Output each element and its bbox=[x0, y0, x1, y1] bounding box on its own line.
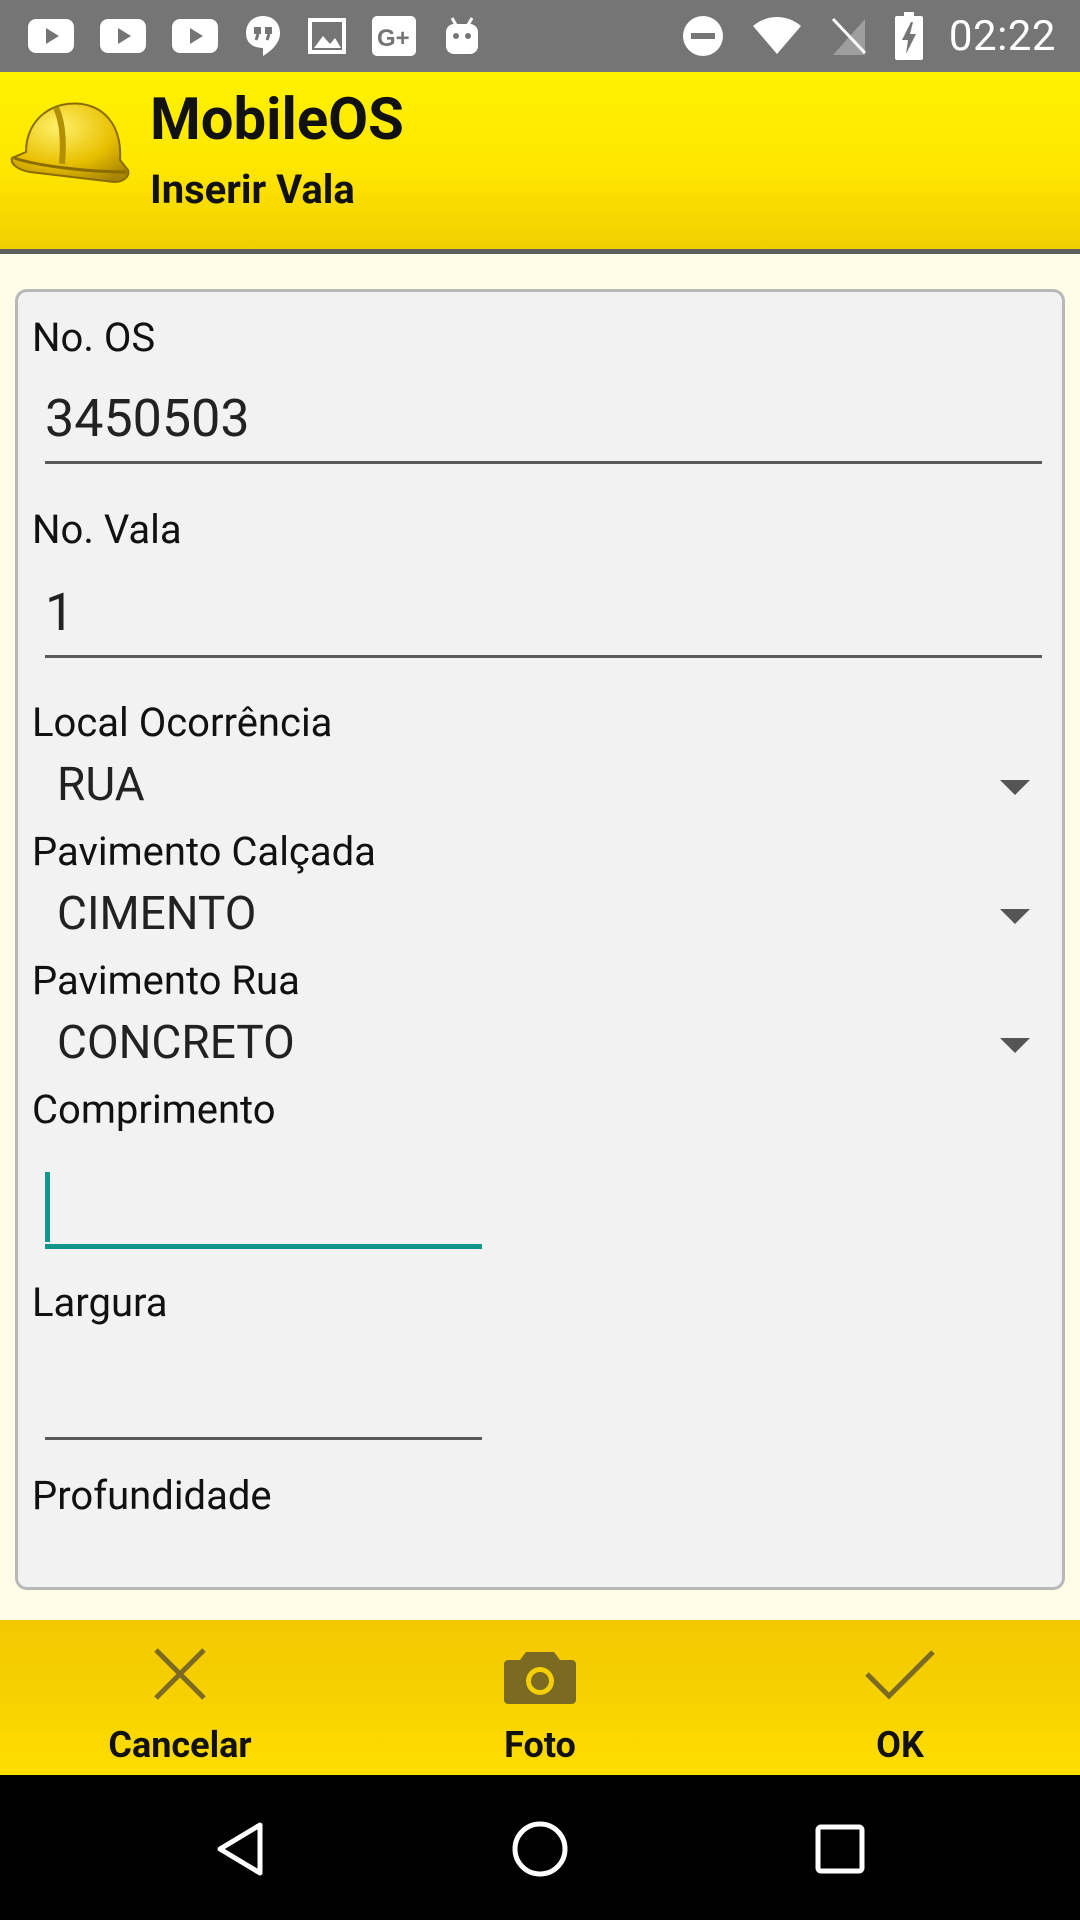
profundidade-label: Profundidade bbox=[32, 1472, 272, 1519]
recents-icon[interactable] bbox=[810, 1819, 870, 1879]
comprimento-field[interactable] bbox=[45, 1148, 482, 1249]
app-title: MobileOS bbox=[150, 86, 404, 154]
android-icon bbox=[442, 16, 482, 56]
no-os-label: No. OS bbox=[32, 314, 156, 361]
youtube-icon bbox=[28, 19, 74, 53]
hard-hat-icon bbox=[8, 90, 132, 200]
hangouts-icon bbox=[244, 14, 282, 58]
cancel-label: Cancelar bbox=[108, 1724, 252, 1766]
google-plus-icon: G+ bbox=[372, 16, 416, 56]
largura-label: Largura bbox=[32, 1279, 168, 1326]
no-sim-icon bbox=[829, 15, 869, 57]
local-ocorrencia-value: RUA bbox=[57, 758, 145, 812]
local-ocorrencia-dropdown[interactable]: RUA bbox=[32, 756, 1052, 820]
local-ocorrencia-label: Local Ocorrência bbox=[32, 699, 333, 746]
text-cursor bbox=[45, 1172, 50, 1242]
photo-button[interactable]: Foto bbox=[360, 1620, 720, 1775]
pavimento-calcada-label: Pavimento Calçada bbox=[32, 828, 376, 875]
no-vala-field[interactable]: 1 bbox=[45, 574, 1042, 658]
dropdown-arrow-icon bbox=[1000, 1038, 1030, 1053]
status-bar: G+ 02:22 bbox=[0, 0, 1080, 72]
pavimento-calcada-dropdown[interactable]: CIMENTO bbox=[32, 885, 1052, 949]
youtube-icon bbox=[100, 19, 146, 53]
page-subtitle: Inserir Vala bbox=[150, 166, 355, 213]
action-bar: Cancelar Foto OK bbox=[0, 1620, 1080, 1775]
close-icon bbox=[150, 1642, 210, 1706]
no-vala-label: No. Vala bbox=[32, 506, 182, 553]
dropdown-arrow-icon bbox=[1000, 780, 1030, 795]
svg-text:G+: G+ bbox=[377, 25, 410, 52]
pavimento-rua-label: Pavimento Rua bbox=[32, 957, 300, 1004]
wifi-icon bbox=[751, 16, 803, 56]
camera-icon bbox=[504, 1642, 576, 1706]
battery-charging-icon bbox=[894, 12, 923, 60]
photo-label: Foto bbox=[504, 1724, 576, 1766]
home-icon[interactable] bbox=[510, 1819, 570, 1879]
back-icon[interactable] bbox=[212, 1819, 272, 1879]
clock: 02:22 bbox=[948, 11, 1056, 61]
largura-field[interactable] bbox=[45, 1342, 482, 1440]
checkmark-icon bbox=[863, 1642, 937, 1706]
do-not-disturb-icon bbox=[681, 14, 725, 58]
image-icon bbox=[308, 18, 346, 54]
no-os-field[interactable]: 3450503 bbox=[45, 382, 1042, 464]
navigation-bar bbox=[0, 1775, 1080, 1920]
youtube-icon bbox=[172, 19, 218, 53]
no-vala-value: 1 bbox=[45, 582, 75, 643]
app-header: MobileOS Inserir Vala bbox=[0, 72, 1080, 254]
cancel-button[interactable]: Cancelar bbox=[0, 1620, 360, 1775]
no-os-value: 3450503 bbox=[45, 388, 250, 449]
pavimento-rua-value: CONCRETO bbox=[57, 1016, 295, 1070]
pavimento-calcada-value: CIMENTO bbox=[57, 887, 257, 941]
dropdown-arrow-icon bbox=[1000, 909, 1030, 924]
ok-button[interactable]: OK bbox=[720, 1620, 1080, 1775]
comprimento-label: Comprimento bbox=[32, 1086, 276, 1133]
pavimento-rua-dropdown[interactable]: CONCRETO bbox=[32, 1014, 1052, 1078]
ok-label: OK bbox=[876, 1724, 924, 1766]
form-card: No. OS 3450503 No. Vala 1 Local Ocorrênc… bbox=[15, 289, 1065, 1590]
